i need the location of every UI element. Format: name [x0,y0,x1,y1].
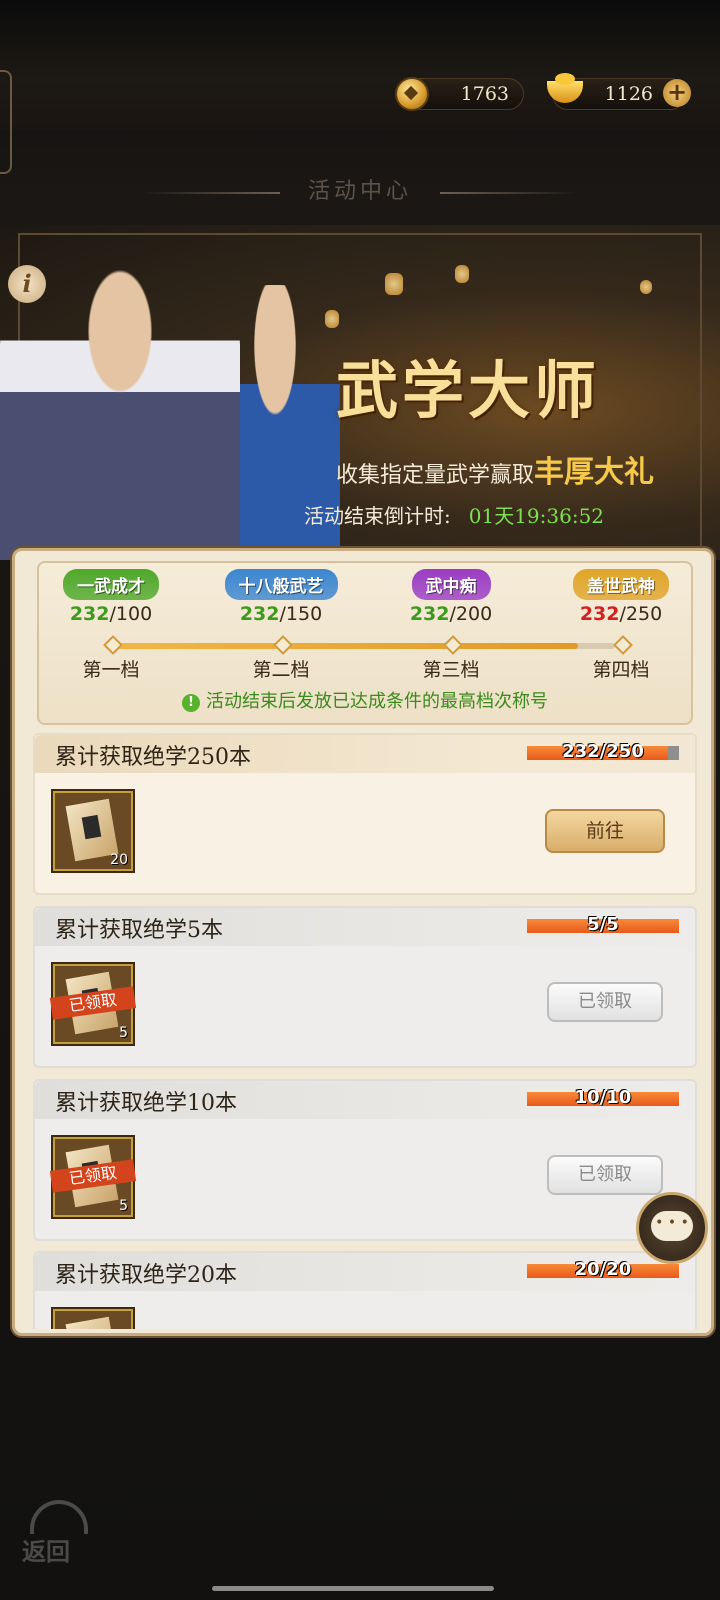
tier-2: 十八般武艺 232/150 [211,569,351,625]
chat-bubble-icon[interactable] [636,1192,708,1264]
home-indicator[interactable] [212,1586,494,1591]
plus-icon[interactable]: + [663,79,691,107]
martial-book-icon [64,1315,120,1329]
lantern [385,273,403,295]
tier-node [613,635,633,655]
tier-label: 第四档 [592,659,650,681]
back-button[interactable]: 返回 [20,1496,90,1566]
tier-track-fill [105,643,579,649]
tier-1: 一武成才 232/100 [41,569,181,625]
tier-current: 232 [579,603,620,625]
task-name: 累计获取绝学20本 [55,1263,237,1288]
ingot-counter: 1126 + [547,73,691,110]
task-header: 累计获取绝学20本 20/20 [35,1253,695,1291]
task-card: 累计获取绝学250本 232/250 20 前往 [33,733,697,895]
claimed-button[interactable]: 已领取 [547,1155,663,1195]
coin-counter: 1763 [395,77,524,111]
tier-note-text: 活动结束后发放已达成条件的最高档次称号 [206,691,548,712]
tier-badge: 一武成才 [63,569,159,600]
reward-item[interactable]: 已领取 5 [49,1137,137,1217]
tier-note: ! 活动结束后发放已达成条件的最高档次称号 [39,687,691,713]
task-header: 累计获取绝学5本 5/5 [35,908,695,946]
tier-node [273,635,293,655]
back-label: 返回 [22,1537,70,1566]
tier-progress: 232/250 [551,603,691,625]
title-divider-left [140,192,280,194]
side-tab[interactable] [0,70,12,174]
task-header: 累计获取绝学250本 232/250 [35,735,695,773]
task-progress-text: 20/20 [574,1259,632,1280]
reward-item[interactable] [53,1309,133,1329]
tier-progress: 232/100 [41,603,181,625]
event-subtitle-text: 收集指定量武学赢取 [336,463,535,488]
tier-target: /150 [279,603,323,625]
go-button[interactable]: 前往 [545,809,665,853]
tier-track [105,643,615,649]
task-header: 累计获取绝学10本 10/10 [35,1081,695,1119]
coin-amount: 1763 [460,83,509,105]
reward-count: 5 [119,1198,128,1214]
tier-progress: 232/200 [381,603,521,625]
tier-current: 232 [239,603,280,625]
task-progress-bar: 232/250 [527,741,679,762]
chat-bubble [651,1211,693,1241]
top-bar: 1763 1126 + [0,0,720,174]
tier-target: /250 [619,603,663,625]
tier-label: 第二档 [252,659,310,681]
tier-badge: 十八般武艺 [224,569,338,600]
lantern [640,280,652,294]
countdown: 活动结束倒计时: 01天19:36:52 [304,500,604,529]
claimed-button[interactable]: 已领取 [547,982,663,1022]
reward-item[interactable]: 已领取 5 [49,964,137,1044]
back-arrow-icon [30,1500,88,1534]
tier-current: 232 [409,603,450,625]
tier-label: 第三档 [422,659,480,681]
task-name: 累计获取绝学10本 [55,1091,237,1116]
title-divider-right [440,192,580,194]
task-progress-text: 232/250 [562,741,644,762]
tier-badge: 武中痴 [411,569,491,600]
tier-label: 第一档 [82,659,140,681]
tier-4: 盖世武神 232/250 [551,569,691,625]
tier-progress: 232/150 [211,603,351,625]
tier-target: /200 [449,603,493,625]
task-progress-text: 10/10 [574,1087,632,1108]
task-card: 累计获取绝学10本 10/10 已领取 5 已领取 [33,1079,697,1241]
reward-count: 5 [119,1025,128,1041]
task-progress-bar: 20/20 [527,1259,679,1280]
event-subtitle-highlight: 丰厚大礼 [534,455,655,490]
task-card: 累计获取绝学5本 5/5 已领取 5 已领取 [33,906,697,1068]
task-name: 累计获取绝学250本 [55,745,251,770]
task-progress-text: 5/5 [587,914,619,935]
page-title-row: 活动中心 [0,172,720,212]
task-name: 累计获取绝学5本 [55,918,223,943]
coin-icon [395,77,429,111]
event-subtitle: 收集指定量武学赢取丰厚大礼 [336,447,654,491]
reward-count: 20 [110,852,128,868]
tier-current: 232 [69,603,110,625]
ingot-amount: 1126 [604,83,653,105]
task-progress-bar: 10/10 [527,1087,679,1108]
exclamation-icon: ! [182,694,200,712]
task-card: 累计获取绝学20本 20/20 [33,1251,697,1329]
page-title: 活动中心 [307,179,412,204]
tier-progress-box: 一武成才 232/100 十八般武艺 232/150 武中痴 232/200 盖… [37,561,693,725]
tier-3: 武中痴 232/200 [381,569,521,625]
tier-badge: 盖世武神 [573,569,669,600]
hero-character-white [0,255,240,560]
info-icon[interactable]: i [8,265,46,303]
countdown-value: 01天19:36:52 [468,504,605,528]
lantern [455,265,469,283]
tier-node [103,635,123,655]
tier-node [443,635,463,655]
task-progress-bar: 5/5 [527,914,679,935]
event-panel: 一武成才 232/100 十八般武艺 232/150 武中痴 232/200 盖… [12,548,714,1336]
reward-item[interactable]: 20 [53,791,133,871]
countdown-label: 活动结束倒计时: [304,504,451,528]
gold-ingot-icon [547,73,583,103]
event-title: 武学大师 [336,354,601,427]
tier-target: /100 [109,603,153,625]
